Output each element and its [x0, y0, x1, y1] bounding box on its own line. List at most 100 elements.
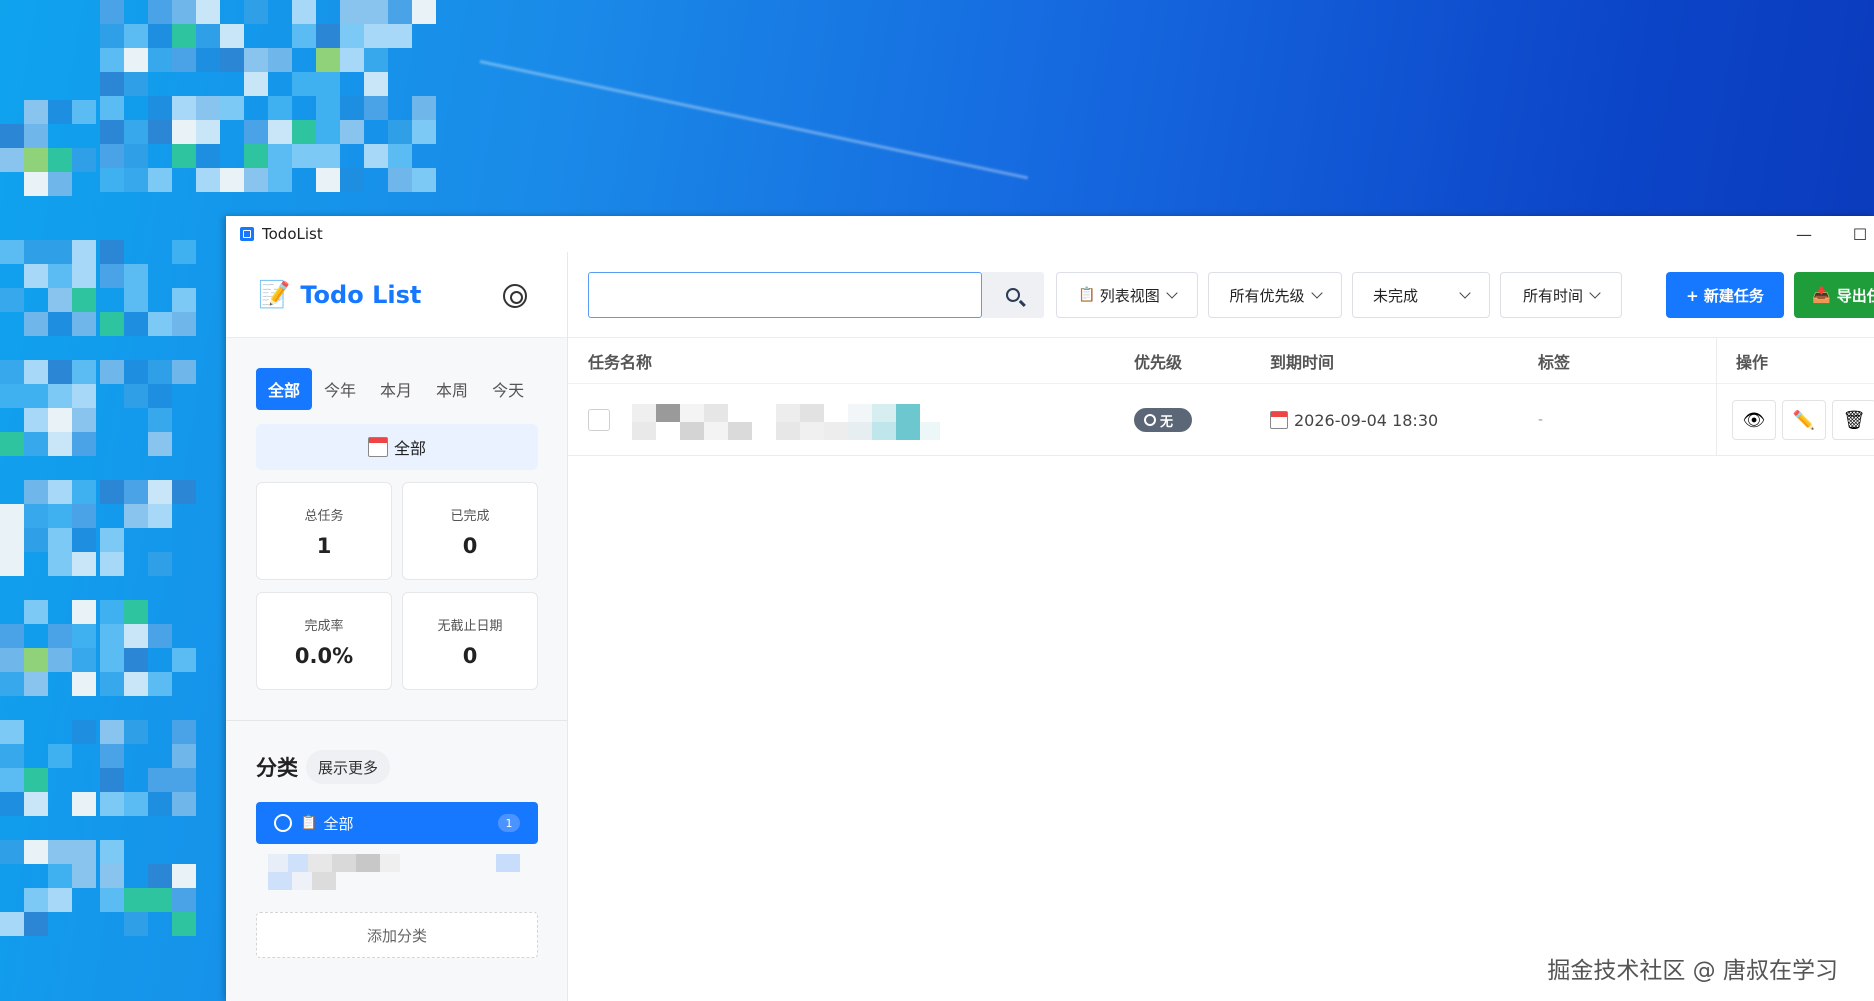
blurred-icon-pixel: [24, 840, 48, 864]
blurred-icon-pixel: [148, 120, 172, 144]
show-more-button[interactable]: 展示更多: [306, 750, 391, 784]
delete-button[interactable]: 🗑: [1832, 400, 1874, 440]
blurred-icon-pixel: [172, 24, 196, 48]
blurred-icon-pixel: [124, 120, 148, 144]
minimize-button[interactable]: —: [1776, 216, 1832, 252]
view-button[interactable]: 👁: [1732, 400, 1776, 440]
blurred-icon-pixel: [72, 624, 96, 648]
blurred-icon-pixel: [100, 264, 124, 288]
blurred-icon-pixel: [100, 624, 124, 648]
all-tasks-button[interactable]: 全部: [256, 424, 538, 470]
task-checkbox[interactable]: [588, 409, 610, 431]
edit-button[interactable]: ✏️: [1782, 400, 1826, 440]
column-header-priority[interactable]: 优先级: [1134, 338, 1182, 384]
calendar-icon: [1270, 411, 1288, 429]
stat-completed: 已完成 0: [402, 482, 538, 580]
blurred-icon-pixel: [412, 168, 436, 192]
category-item-all[interactable]: 📋 全部 1: [256, 802, 538, 844]
blurred-icon-pixel: [364, 24, 388, 48]
blurred-icon-pixel: [0, 840, 24, 864]
search-input[interactable]: [588, 272, 982, 318]
blurred-icon-pixel: [172, 648, 196, 672]
calendar-icon: [367, 437, 388, 457]
blurred-icon-pixel: [172, 888, 196, 912]
blurred-icon-pixel: [388, 24, 412, 48]
blurred-category-item[interactable]: [268, 854, 520, 892]
blurred-icon-pixel: [24, 648, 48, 672]
maximize-button[interactable]: ☐: [1832, 216, 1874, 252]
blurred-icon-pixel: [72, 552, 96, 576]
column-header-due-date[interactable]: 到期时间: [1270, 338, 1334, 384]
blurred-task-name: [632, 404, 942, 442]
blurred-icon-pixel: [100, 528, 124, 552]
blurred-icon-pixel: [72, 432, 96, 456]
column-header-tags[interactable]: 标签: [1538, 338, 1570, 384]
range-tab-today[interactable]: 今天: [480, 368, 536, 410]
status-filter-dropdown[interactable]: 未完成: [1352, 272, 1490, 318]
blurred-icon-pixel: [100, 744, 124, 768]
priority-badge: 无: [1134, 408, 1192, 432]
range-tab-all[interactable]: 全部: [256, 368, 313, 410]
table-row[interactable]: 无 2026-09-04 18:30 - 👁 ✏️ 🗑: [568, 384, 1874, 456]
blurred-icon-pixel: [72, 792, 96, 816]
blurred-icon-pixel: [172, 0, 196, 24]
blurred-icon-pixel: [316, 144, 340, 168]
range-tab-month[interactable]: 本月: [368, 368, 424, 410]
blurred-icon-pixel: [148, 312, 172, 336]
brand-header: 📝 Todo List: [226, 252, 567, 338]
view-mode-dropdown[interactable]: 📋 列表视图: [1056, 272, 1198, 318]
blurred-icon-pixel: [100, 240, 124, 264]
blurred-icon-pixel: [100, 144, 124, 168]
pencil-icon: ✏️: [1792, 409, 1816, 431]
category-label: 全部: [323, 814, 354, 833]
range-tab-year[interactable]: 今年: [312, 368, 368, 410]
priority-filter-dropdown[interactable]: 所有优先级: [1208, 272, 1342, 318]
blurred-icon-pixel: [24, 504, 48, 528]
blurred-icon-pixel: [100, 168, 124, 192]
range-tab-week[interactable]: 本周: [424, 368, 480, 410]
blurred-icon-pixel: [0, 792, 24, 816]
blurred-icon-pixel: [148, 408, 172, 432]
blurred-icon-pixel: [48, 384, 72, 408]
blurred-icon-pixel: [268, 168, 292, 192]
blurred-icon-pixel: [24, 124, 48, 148]
blurred-icon-pixel: [172, 720, 196, 744]
clipboard-icon: 📋: [1078, 287, 1096, 303]
blurred-icon-pixel: [72, 840, 96, 864]
blurred-icon-pixel: [148, 768, 172, 792]
blurred-icon-pixel: [72, 720, 96, 744]
gear-icon[interactable]: [503, 284, 527, 308]
blurred-icon-pixel: [364, 72, 388, 96]
app-body: 📝 Todo List 全部 今年 本月 本周 今天 全部 总任务 1 已完成: [226, 252, 1874, 1001]
blurred-icon-pixel: [340, 96, 364, 120]
column-header-task-name[interactable]: 任务名称: [588, 338, 652, 384]
time-filter-dropdown[interactable]: 所有时间: [1500, 272, 1622, 318]
stat-label: 无截止日期: [437, 618, 503, 634]
blurred-icon-pixel: [0, 624, 24, 648]
blurred-icon-pixel: [172, 864, 196, 888]
blurred-icon-pixel: [72, 360, 96, 384]
blurred-icon-pixel: [72, 480, 96, 504]
blurred-icon-pixel: [148, 792, 172, 816]
blurred-icon-pixel: [172, 144, 196, 168]
blurred-icon-pixel: [196, 24, 220, 48]
stat-completion-rate: 完成率 0.0%: [256, 592, 392, 690]
search-button[interactable]: [982, 272, 1044, 318]
blurred-icon-pixel: [48, 648, 72, 672]
blurred-icon-pixel: [100, 672, 124, 696]
blurred-icon-pixel: [24, 360, 48, 384]
blurred-icon-pixel: [24, 172, 48, 196]
add-category-button[interactable]: 添加分类: [256, 912, 538, 958]
brand-title: Todo List: [300, 280, 422, 309]
export-tasks-button[interactable]: 📥 导出任务: [1794, 272, 1874, 318]
new-task-button[interactable]: + 新建任务: [1666, 272, 1784, 318]
blurred-icon-pixel: [72, 504, 96, 528]
blurred-icon-pixel: [48, 172, 72, 196]
blurred-icon-pixel: [24, 528, 48, 552]
blurred-icon-pixel: [124, 480, 148, 504]
category-header: 分类 展示更多: [256, 750, 391, 784]
blurred-icon-pixel: [124, 312, 148, 336]
blurred-icon-pixel: [388, 120, 412, 144]
blurred-icon-pixel: [124, 600, 148, 624]
blurred-icon-pixel: [0, 148, 24, 172]
